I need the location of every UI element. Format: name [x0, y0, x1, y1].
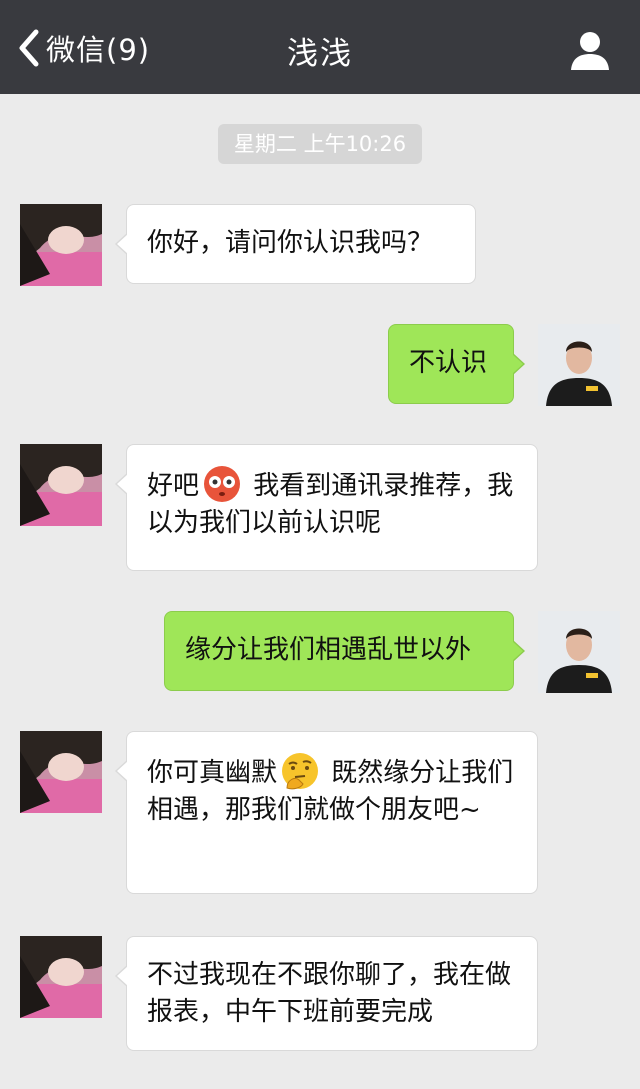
received-message-bubble[interactable]: 你可真幽默 既然缘分让我们相遇，那我们就做个朋友吧~	[115, 731, 538, 894]
my-avatar[interactable]	[538, 611, 620, 693]
message-text: 你好，请问你认识我吗？	[147, 228, 434, 258]
contact-avatar[interactable]	[20, 731, 102, 813]
contact-profile-icon[interactable]	[570, 30, 610, 70]
contact-avatar[interactable]	[20, 936, 102, 1018]
received-message-bubble[interactable]: 你好，请问你认识我吗？	[115, 204, 476, 284]
chat-header: 微信(9) 浅浅	[0, 0, 640, 94]
thinking-face-icon	[281, 752, 319, 790]
received-message-bubble[interactable]: 不过我现在不跟你聊了，我在做报表，中午下班前要完成	[115, 936, 538, 1051]
received-message-bubble[interactable]: 好吧 我看到通讯录推荐，我以为我们以前认识呢	[115, 444, 538, 571]
message-text: 好吧	[147, 471, 200, 501]
sent-message-bubble[interactable]: 缘分让我们相遇乱世以外	[164, 611, 525, 691]
message-text: 我看到通讯录推荐，我以为我们以前认识呢	[147, 471, 514, 538]
flushed-face-icon	[203, 465, 241, 503]
message-text: 不认识	[409, 348, 488, 378]
message-text: 不过我现在不跟你聊了，我在做报表，中午下班前要完成	[147, 960, 512, 1027]
message-timestamp: 星期二 上午10:26	[218, 124, 422, 164]
contact-avatar[interactable]	[20, 204, 102, 286]
message-text: 缘分让我们相遇乱世以外	[185, 635, 472, 665]
chat-title: 浅浅	[287, 36, 353, 72]
my-avatar[interactable]	[538, 324, 620, 406]
message-text: 你可真幽默	[147, 758, 278, 788]
sent-message-bubble[interactable]: 不认识	[388, 324, 525, 404]
contact-avatar[interactable]	[20, 444, 102, 526]
